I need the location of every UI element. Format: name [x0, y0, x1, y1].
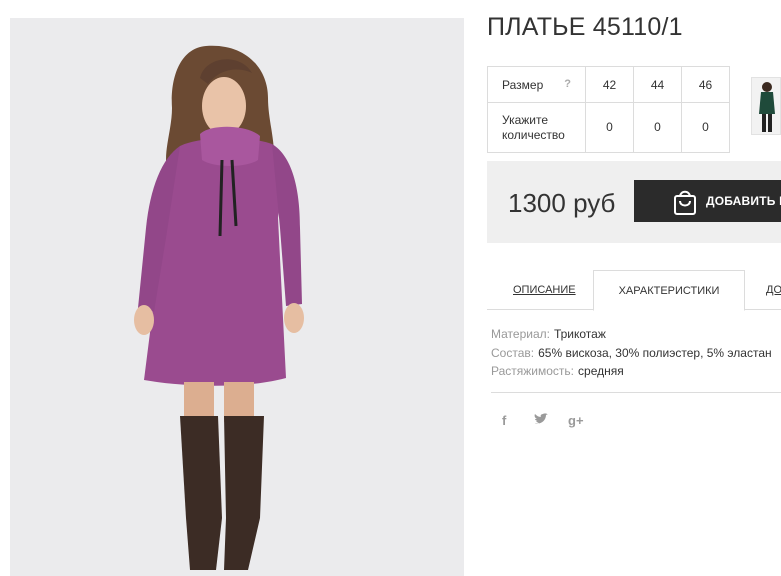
- add-to-cart-label: ДОБАВИТЬ В: [706, 194, 781, 208]
- product-photo[interactable]: [10, 18, 464, 576]
- spec-value: 65% вискоза, 30% полиэстер, 5% эластан: [538, 345, 772, 360]
- product-tabs: ОПИСАНИЕ ХАРАКТЕРИСТИКИ ДО: [487, 270, 781, 311]
- product-price: 1300 руб: [508, 188, 616, 218]
- quantity-label-line1: Укажите: [502, 112, 549, 127]
- size-option-46[interactable]: 46: [681, 66, 730, 103]
- size-label: Размер: [502, 77, 544, 92]
- quantity-input-44[interactable]: 0: [633, 102, 682, 153]
- spec-row-material: Материал: Трикотаж: [491, 325, 772, 344]
- spec-row-composition: Состав: 65% вискоза, 30% полиэстер, 5% эл…: [491, 344, 772, 363]
- product-title: ПЛАТЬЕ 45110/1: [487, 13, 683, 41]
- spec-value: средняя: [578, 364, 624, 378]
- size-quantity-table: Размер ? 42 44 46 Укажите количество 0 0…: [487, 66, 730, 153]
- spec-value: Трикотаж: [553, 327, 606, 341]
- quantity-input-42[interactable]: 0: [585, 102, 634, 153]
- tab-description[interactable]: ОПИСАНИЕ: [513, 270, 576, 310]
- divider: [491, 392, 781, 393]
- tab-delivery[interactable]: ДО: [766, 270, 781, 310]
- size-label-cell: Размер ?: [487, 66, 586, 103]
- size-option-42[interactable]: 42: [585, 66, 634, 103]
- product-thumbnail[interactable]: [751, 77, 781, 135]
- spec-key: Материал:: [491, 327, 550, 341]
- size-help-icon[interactable]: ?: [564, 78, 571, 90]
- quantity-label-line2: количество: [502, 127, 565, 142]
- spec-key: Растяжимость:: [491, 364, 575, 378]
- product-specs: Материал: Трикотаж Состав: 65% вискоза, 30…: [491, 325, 772, 381]
- add-to-cart-button[interactable]: ДОБАВИТЬ В: [634, 180, 781, 222]
- google-plus-icon[interactable]: g+: [568, 413, 584, 428]
- quantity-row: Укажите количество 0 0 0: [487, 102, 730, 153]
- tab-characteristics[interactable]: ХАРАКТЕРИСТИКИ: [593, 270, 745, 311]
- facebook-icon[interactable]: f: [502, 413, 506, 428]
- quantity-label-cell: Укажите количество: [487, 102, 586, 153]
- size-row: Размер ? 42 44 46: [487, 66, 730, 103]
- quantity-input-46[interactable]: 0: [681, 102, 730, 153]
- twitter-icon[interactable]: [534, 413, 548, 428]
- spec-row-stretch: Растяжимость: средняя: [491, 362, 772, 381]
- size-option-44[interactable]: 44: [633, 66, 682, 103]
- spec-key: Состав:: [491, 345, 535, 360]
- buy-box: 1300 руб ДОБАВИТЬ В: [487, 161, 781, 243]
- shopping-bag-icon: [674, 190, 696, 215]
